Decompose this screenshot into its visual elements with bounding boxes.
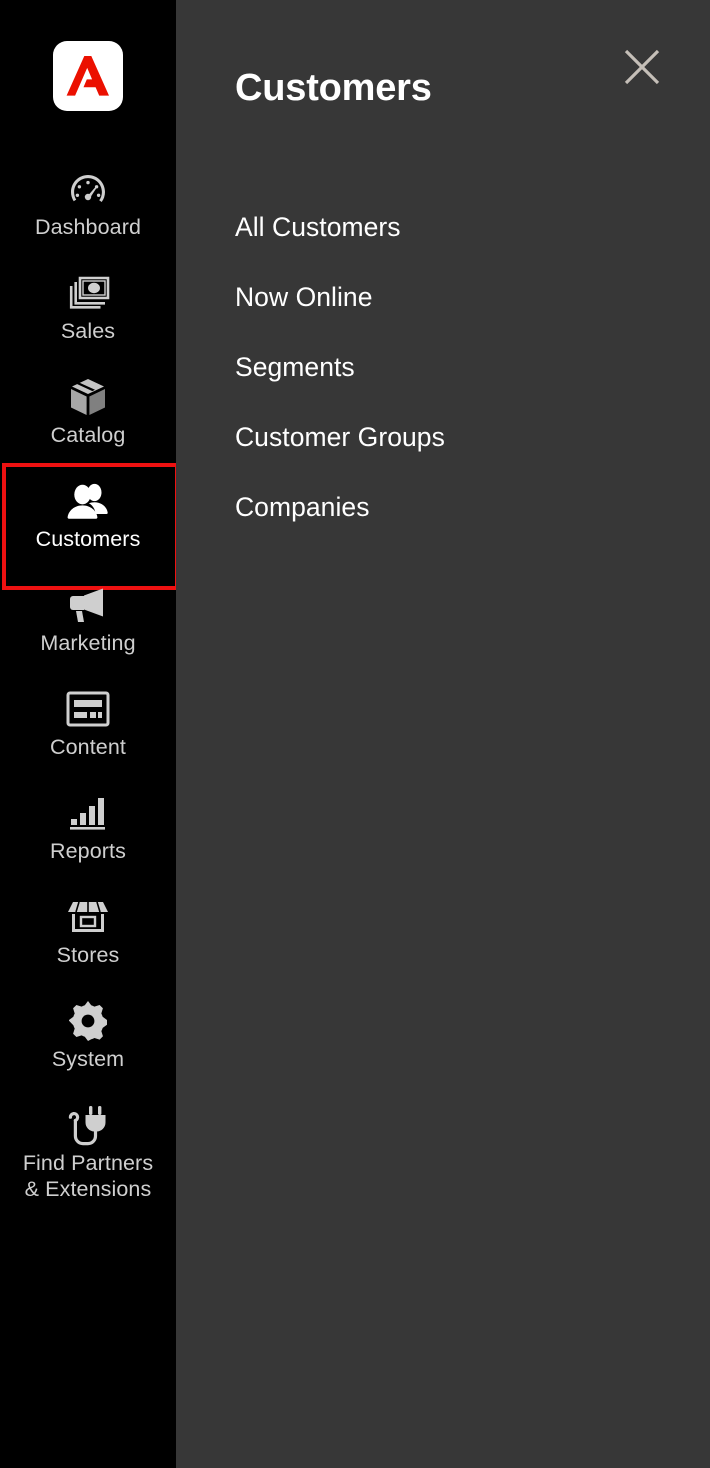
admin-shell: Dashboard Sales Catalog Customers Market… — [0, 0, 710, 1468]
sidebar-item-label: Customers — [35, 527, 141, 551]
sidebar-item-stores[interactable]: Stores — [0, 888, 176, 975]
sidebar-item-system[interactable]: System — [0, 992, 176, 1079]
list-item: Segments — [176, 332, 710, 402]
banknotes-icon — [66, 271, 110, 315]
panel-header: Customers — [176, 0, 710, 109]
menu-item-all-customers[interactable]: All Customers — [176, 192, 710, 262]
sidebar-item-label: Find Partners & Extensions — [22, 1151, 154, 1201]
sidebar-item-customers[interactable]: Customers — [0, 463, 179, 590]
sidebar-item-label: Marketing — [40, 631, 136, 655]
menu-item-now-online[interactable]: Now Online — [176, 262, 710, 332]
gauge-icon — [68, 167, 108, 211]
bar-chart-icon — [67, 791, 109, 835]
sidebar-item-sales[interactable]: Sales — [0, 264, 176, 351]
list-item: Customer Groups — [176, 402, 710, 472]
adobe-commerce-logo[interactable] — [53, 41, 123, 111]
list-item: All Customers — [176, 192, 710, 262]
sidebar-item-label: Dashboard — [34, 215, 142, 239]
sidebar-item-catalog[interactable]: Catalog — [0, 368, 176, 455]
storefront-icon — [67, 895, 109, 939]
customers-flyout-panel: Customers All Customers Now Online Segme… — [176, 0, 710, 1468]
close-icon[interactable] — [621, 46, 663, 88]
sidebar-item-dashboard[interactable]: Dashboard — [0, 160, 176, 247]
admin-sidebar: Dashboard Sales Catalog Customers Market… — [0, 0, 179, 1468]
megaphone-icon — [67, 583, 109, 627]
list-item: Companies — [176, 472, 710, 542]
sidebar-nav-list: Dashboard Sales Catalog Customers Market… — [0, 160, 179, 1209]
sidebar-item-content[interactable]: Content — [0, 680, 176, 767]
menu-item-segments[interactable]: Segments — [176, 332, 710, 402]
gear-icon — [68, 999, 108, 1043]
box-icon — [68, 375, 108, 419]
sidebar-item-label: Reports — [50, 839, 126, 863]
page-title: Customers — [235, 67, 432, 110]
sidebar-item-label: Catalog — [50, 423, 126, 447]
menu-item-companies[interactable]: Companies — [176, 472, 710, 542]
sidebar-item-label: Sales — [60, 319, 116, 343]
sidebar-item-label: System — [51, 1047, 125, 1071]
sidebar-item-reports[interactable]: Reports — [0, 784, 176, 871]
sidebar-item-marketing[interactable]: Marketing — [0, 576, 176, 663]
menu-item-customer-groups[interactable]: Customer Groups — [176, 402, 710, 472]
plug-icon — [67, 1103, 109, 1147]
customers-submenu: All Customers Now Online Segments Custom… — [176, 192, 710, 542]
sidebar-item-label: Content — [49, 735, 126, 759]
users-icon — [66, 479, 110, 523]
list-item: Now Online — [176, 262, 710, 332]
sidebar-item-find-partners[interactable]: Find Partners & Extensions — [0, 1096, 176, 1209]
sidebar-item-label: Stores — [56, 943, 120, 967]
page-layout-icon — [66, 687, 110, 731]
